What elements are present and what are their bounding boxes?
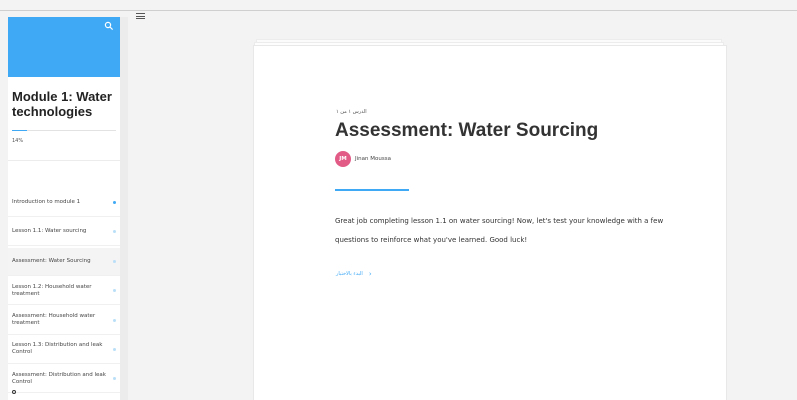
sidebar-lesson-item[interactable]: Assessment: Distribution and leak Contro… xyxy=(8,365,120,394)
pending-dot-icon xyxy=(113,289,116,293)
lesson-description: Great job completing lesson 1.1 on water… xyxy=(335,217,664,244)
hamburger-menu-icon[interactable] xyxy=(136,13,145,19)
pending-dot-icon xyxy=(113,347,116,351)
progress-bar-fill xyxy=(12,130,27,131)
sidebar-lesson-item[interactable]: Introduction to module 1 xyxy=(8,189,120,217)
sidebar-lesson-item[interactable]: Lesson 1.1: Water sourcing xyxy=(8,218,120,247)
pending-dot-icon xyxy=(113,259,116,263)
sidebar-lesson-label: Lesson 1.2: Household water treatment xyxy=(12,283,92,297)
sidebar-lesson-item[interactable]: Assessment: Water Sourcing xyxy=(8,247,120,276)
sidebar-lesson-label: Introduction to module 1 xyxy=(12,199,81,205)
page-title: Assessment: Water Sourcing xyxy=(335,120,599,141)
search-icon[interactable] xyxy=(104,21,114,31)
completed-dot-icon xyxy=(113,201,116,204)
sidebar-scroll-edge[interactable] xyxy=(120,17,128,400)
pending-dot-icon xyxy=(113,318,116,322)
sidebar-lesson-item[interactable]: Lesson 1.2: Household water treatment xyxy=(8,277,120,306)
sidebar-lesson-label: Assessment: Distribution and leak Contro… xyxy=(12,371,106,385)
sidebar-banner xyxy=(8,17,120,77)
start-assessment-button[interactable]: البدء بالاختبار › xyxy=(336,270,372,278)
course-sidebar: Module 1: Water technologies 14% Introdu… xyxy=(8,17,120,400)
progress-text: 14% xyxy=(12,138,24,144)
pending-dot-icon xyxy=(113,230,116,234)
sidebar-lesson-label: Lesson 1.1: Water sourcing xyxy=(12,228,87,235)
sidebar-divider xyxy=(8,160,120,161)
chevron-right-icon: › xyxy=(368,270,372,278)
start-assessment-label: البدء بالاختبار xyxy=(336,271,363,277)
sidebar-lesson-label: Assessment: Water Sourcing xyxy=(12,257,91,264)
module-title: Module 1: Water technologies xyxy=(12,89,112,119)
author-name: Jinan Moussa xyxy=(355,156,391,162)
avatar: JM xyxy=(335,151,351,167)
sidebar-lesson-item[interactable]: Assessment: Household water treatment xyxy=(8,307,120,335)
sidebar-lesson-item[interactable]: Lesson 1.3: Distribution and leak Contro… xyxy=(8,336,120,364)
sidebar-lesson-label: Lesson 1.3: Distribution and leak Contro… xyxy=(12,342,103,356)
lesson-kicker: الدرس ١ من ١ xyxy=(336,109,367,115)
sidebar-lesson-label: Assessment: Household water treatment xyxy=(12,313,96,327)
accent-divider xyxy=(335,189,409,191)
top-border xyxy=(0,10,797,11)
status-ring-icon xyxy=(12,390,16,394)
progress-bar xyxy=(12,130,116,131)
pending-dot-icon xyxy=(113,377,116,381)
